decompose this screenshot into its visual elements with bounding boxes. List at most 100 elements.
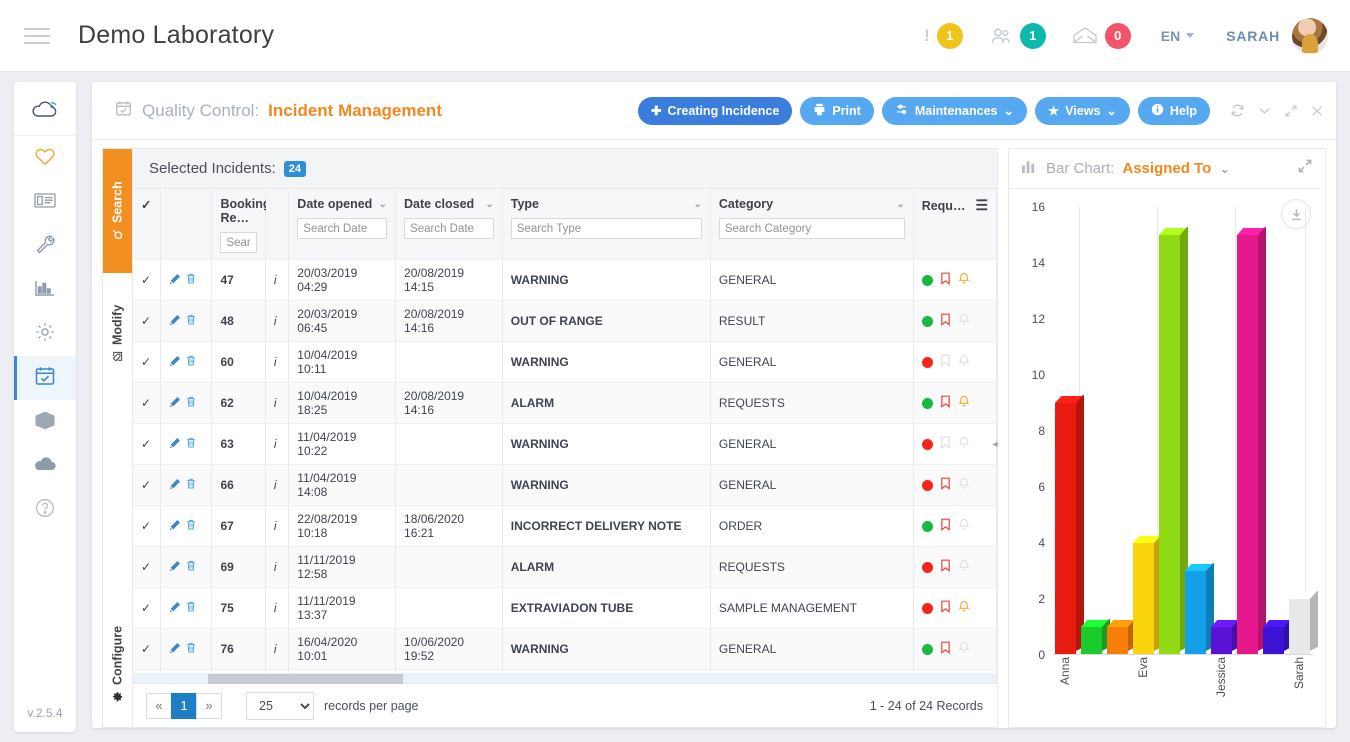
mail-group[interactable]: 0	[1072, 22, 1131, 49]
bookmark-icon[interactable]	[940, 559, 951, 575]
chevron-down-icon[interactable]: ⌄	[485, 199, 493, 210]
sidebar-item-maintenance[interactable]	[14, 224, 76, 268]
sidebar-item-cloud[interactable]	[14, 88, 76, 136]
next-page-button[interactable]: »	[196, 692, 222, 719]
maintenances-button[interactable]: Maintenances ⌄	[881, 96, 1027, 125]
search-type-input[interactable]	[510, 218, 702, 239]
bell-icon[interactable]	[958, 641, 970, 657]
bell-icon[interactable]	[958, 477, 970, 493]
table-row[interactable]: ✓ 47 i 20/03/2019 04:29 20/08/2019 14:15 WARN…	[133, 259, 997, 301]
delete-icon[interactable]	[185, 314, 197, 329]
table-row[interactable]: ✓ 76 i 16/04/2020 10:01 10/06/2020 19:52 WARN…	[133, 628, 997, 670]
bell-icon[interactable]	[958, 395, 970, 411]
row-checkbox[interactable]: ✓	[133, 341, 162, 383]
row-checkbox[interactable]: ✓	[133, 300, 162, 342]
alert-count-badge[interactable]: 1	[936, 22, 963, 49]
table-row[interactable]: ✓ 63 i 11/04/2019 10:22 WARNING GENERAL	[133, 423, 997, 465]
delete-icon[interactable]	[185, 642, 197, 657]
sidebar-item-favorites[interactable]	[14, 136, 76, 180]
sidebar-item-inventory[interactable]	[14, 400, 76, 444]
edit-icon[interactable]	[169, 315, 181, 329]
expand-icon[interactable]	[1284, 104, 1298, 118]
row-checkbox[interactable]: ✓	[133, 382, 162, 424]
bookmark-icon[interactable]	[940, 395, 951, 411]
delete-icon[interactable]	[185, 273, 197, 288]
row-checkbox[interactable]: ✓	[133, 259, 162, 301]
info-icon[interactable]: i	[265, 587, 290, 629]
sidebar-item-reports[interactable]	[14, 268, 76, 312]
table-row[interactable]: ✓ 75 i 11/11/2019 13:37 EXTRAVIADON TUBE SAMP…	[133, 587, 997, 629]
print-button[interactable]: Print	[800, 96, 874, 125]
chevron-down-icon[interactable]: ⌄	[896, 199, 904, 210]
bell-icon[interactable]	[958, 600, 970, 616]
bookmark-icon[interactable]	[940, 477, 951, 493]
chart-bar[interactable]	[1262, 618, 1292, 655]
delete-icon[interactable]	[185, 396, 197, 411]
views-button[interactable]: ★ Views ⌄	[1034, 96, 1130, 125]
pane-resize-handle[interactable]: ◄	[991, 423, 1000, 465]
hamburger-menu-icon[interactable]: ☰	[975, 197, 988, 214]
col-select-all[interactable]: ✓	[133, 189, 162, 260]
info-icon[interactable]: i	[265, 546, 290, 588]
info-icon[interactable]: i	[265, 505, 290, 547]
delete-icon[interactable]	[185, 478, 197, 493]
users-group[interactable]: 1	[989, 22, 1046, 49]
info-icon[interactable]: i	[265, 382, 290, 424]
creating-incidence-button[interactable]: ✚ Creating Incidence	[638, 96, 793, 125]
delete-icon[interactable]	[185, 601, 197, 616]
edit-icon[interactable]	[169, 438, 181, 452]
vtab-search[interactable]: Search	[103, 149, 132, 273]
delete-icon[interactable]	[185, 355, 197, 370]
mail-count-badge[interactable]: 0	[1104, 22, 1131, 49]
scrollbar-thumb[interactable]	[208, 674, 403, 684]
info-icon[interactable]: i	[265, 259, 290, 301]
first-page-button[interactable]: «	[146, 692, 172, 719]
vtab-modify[interactable]: Modify	[103, 273, 132, 393]
users-count-badge[interactable]: 1	[1019, 22, 1046, 49]
language-selector[interactable]: EN	[1161, 28, 1195, 44]
bookmark-icon[interactable]	[940, 518, 951, 534]
bell-icon[interactable]	[958, 313, 970, 329]
bookmark-icon[interactable]	[940, 641, 951, 657]
table-row[interactable]: ✓ 67 i 22/08/2019 10:18 18/06/2020 16:21 INCO…	[133, 505, 997, 547]
table-row[interactable]: ✓ 60 i 10/04/2019 10:11 WARNING GENERAL	[133, 341, 997, 383]
chart-bar[interactable]	[1236, 226, 1266, 655]
edit-icon[interactable]	[169, 397, 181, 411]
alerts-group[interactable]: ! 1	[924, 22, 963, 49]
sidebar-item-quality-control[interactable]	[14, 356, 76, 400]
expand-arrows-icon[interactable]	[1297, 158, 1313, 179]
bookmark-icon[interactable]	[940, 436, 951, 452]
chart-bar[interactable]	[1184, 562, 1214, 655]
chevron-down-icon[interactable]	[1257, 103, 1272, 118]
page-1-button[interactable]: 1	[171, 692, 197, 719]
bell-icon[interactable]	[958, 272, 970, 288]
search-date-opened-input[interactable]	[297, 218, 388, 239]
chart-bar[interactable]	[1080, 618, 1110, 655]
bookmark-icon[interactable]	[940, 600, 951, 616]
table-row[interactable]: ✓ 48 i 20/03/2019 06:45 20/08/2019 14:16 OUT …	[133, 300, 997, 342]
row-checkbox[interactable]: ✓	[133, 423, 162, 465]
chart-bar[interactable]	[1054, 394, 1084, 655]
refresh-icon[interactable]	[1230, 103, 1245, 118]
chart-bar[interactable]	[1210, 618, 1240, 655]
edit-icon[interactable]	[169, 643, 181, 657]
info-icon[interactable]: i	[265, 628, 290, 670]
sidebar-item-samples[interactable]	[14, 180, 76, 224]
info-icon[interactable]: i	[265, 300, 290, 342]
chart-bar[interactable]	[1288, 590, 1318, 655]
hamburger-icon[interactable]	[24, 23, 50, 49]
table-row[interactable]: ✓ 69 i 11/11/2019 12:58 ALARM REQUESTS	[133, 546, 997, 588]
bell-icon[interactable]	[958, 436, 970, 452]
grid-scroll-area[interactable]: ✓ Booking Re… Date opened ⌄	[133, 189, 997, 673]
sidebar-item-help[interactable]	[14, 488, 76, 532]
row-checkbox[interactable]: ✓	[133, 505, 162, 547]
chevron-down-icon[interactable]: ⌄	[379, 199, 387, 210]
edit-icon[interactable]	[169, 479, 181, 493]
chevron-down-icon[interactable]: ⌄	[694, 199, 702, 210]
username-label[interactable]: SARAH	[1226, 28, 1280, 44]
info-icon[interactable]: i	[265, 341, 290, 383]
sidebar-item-storage[interactable]	[14, 444, 76, 488]
bell-icon[interactable]	[958, 518, 970, 534]
chevron-down-icon[interactable]: ⌄	[1219, 161, 1230, 177]
chart-bar[interactable]	[1106, 618, 1136, 655]
